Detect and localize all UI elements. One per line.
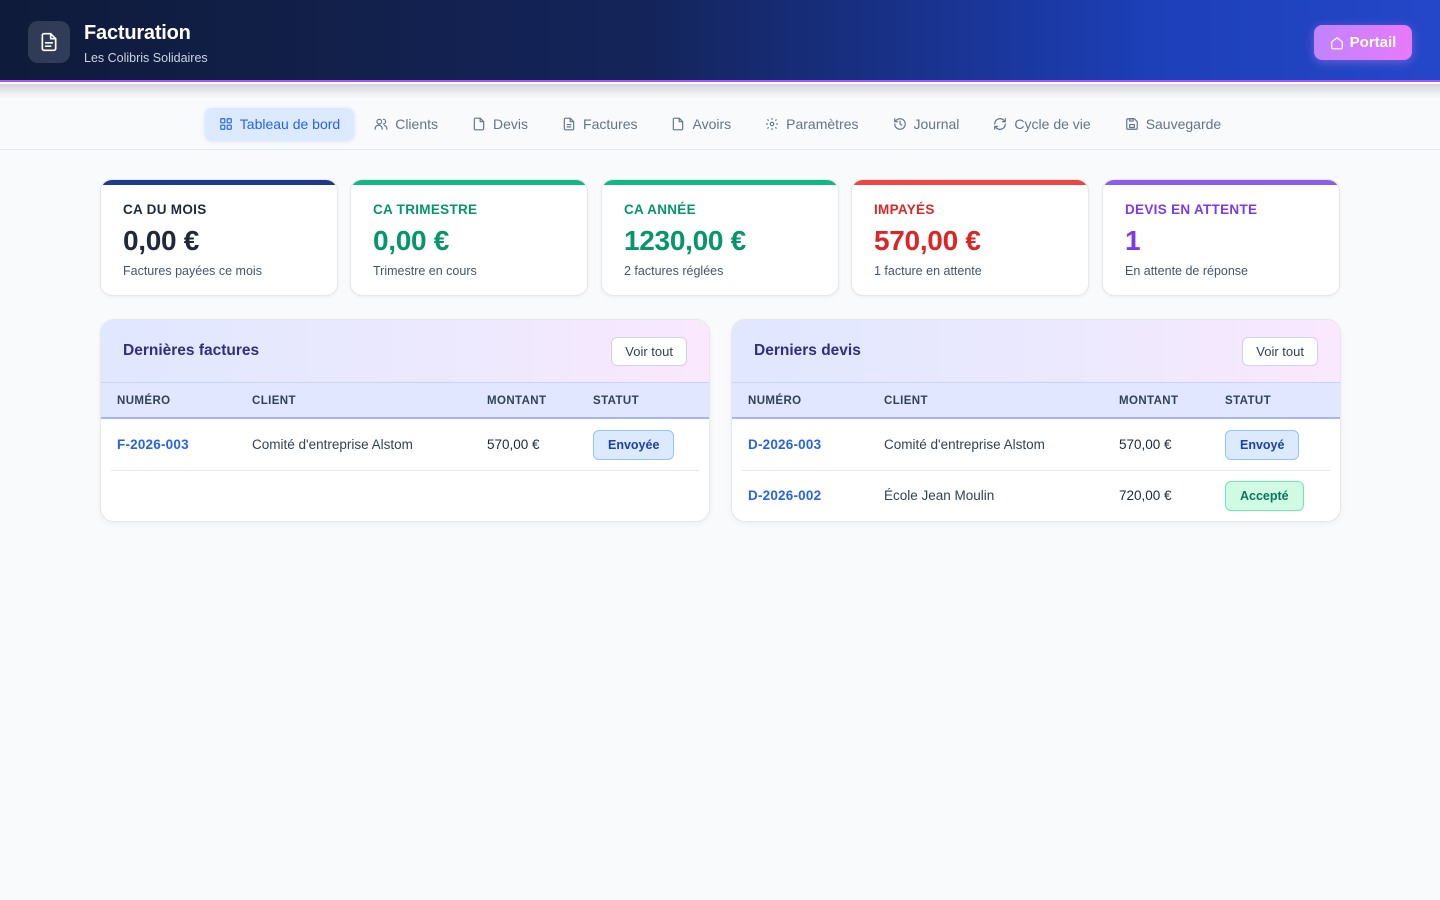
see-all-quotes-button[interactable]: Voir tout xyxy=(1242,337,1318,366)
column-header-client: CLIENT xyxy=(252,395,296,407)
users-icon xyxy=(374,118,388,130)
table-row[interactable]: D-2026-003 Comité d'entreprise Alstom 57… xyxy=(742,420,1330,471)
organization-name: Les Colibris Solidaires xyxy=(84,51,208,65)
stat-value: 0,00 € xyxy=(373,225,450,256)
app-title: Facturation xyxy=(84,22,191,44)
tab-label: Paramètres xyxy=(786,115,859,132)
portal-button-label: Portail xyxy=(1349,34,1397,51)
stat-caption: Factures payées ce mois xyxy=(123,264,262,278)
stat-label: CA DU MOIS xyxy=(123,202,207,217)
stat-value: 0,00 € xyxy=(123,225,200,256)
client-name: Comité d'entreprise Alstom xyxy=(884,437,1045,452)
stat-accent-bar xyxy=(1103,180,1339,185)
invoice-icon xyxy=(563,117,575,130)
client-name: Comité d'entreprise Alstom xyxy=(252,437,413,452)
home-icon xyxy=(1330,36,1343,49)
stat-card-unpaid: IMPAYÉS 570,00 € 1 facture en attente xyxy=(851,179,1089,296)
tab-label: Avoirs xyxy=(692,115,732,132)
stat-card-year: CA ANNÉE 1230,00 € 2 factures réglées xyxy=(601,179,839,296)
tab-label: Tableau de bord xyxy=(239,115,341,132)
document-icon xyxy=(473,117,485,130)
stat-accent-bar xyxy=(602,180,838,185)
column-header-number: NUMÉRO xyxy=(748,395,802,407)
tab-label: Sauvegarde xyxy=(1145,115,1222,132)
stat-accent-bar xyxy=(351,180,587,185)
stat-value: 1230,00 € xyxy=(624,225,746,256)
stat-accent-bar xyxy=(852,180,1088,185)
stat-card-month: CA DU MOIS 0,00 € Factures payées ce moi… xyxy=(100,179,338,296)
column-header-amount: MONTANT xyxy=(1119,395,1179,407)
table-row[interactable]: D-2026-002 École Jean Moulin 720,00 € Ac… xyxy=(742,471,1330,521)
tab-label: Journal xyxy=(913,115,960,132)
tab-credit-notes[interactable]: Avoirs xyxy=(657,108,745,140)
status-badge: Accepté xyxy=(1225,481,1304,511)
credit-note-icon xyxy=(673,117,684,130)
stat-caption: Trimestre en cours xyxy=(373,264,477,278)
stat-card-pending-quotes: DEVIS EN ATTENTE 1 En attente de réponse xyxy=(1102,179,1340,296)
table-row[interactable]: F-2026-003 Comité d'entreprise Alstom 57… xyxy=(111,420,699,471)
stat-accent-bar xyxy=(101,180,337,185)
client-name: École Jean Moulin xyxy=(884,488,995,503)
column-header-number: NUMÉRO xyxy=(117,395,171,407)
status-badge: Envoyée xyxy=(593,430,675,460)
stat-value: 1 xyxy=(1125,225,1141,256)
stat-label: IMPAYÉS xyxy=(874,202,935,217)
recent-quotes-panel: Derniers devis Voir tout NUMÉRO CLIENT M… xyxy=(731,319,1341,522)
table-header: NUMÉRO CLIENT MONTANT STATUT xyxy=(732,382,1340,419)
tab-settings[interactable]: Paramètres xyxy=(751,108,872,140)
tab-dashboard[interactable]: Tableau de bord xyxy=(204,107,355,140)
invoice-number-link[interactable]: F-2026-003 xyxy=(117,437,189,452)
tab-invoices[interactable]: Factures xyxy=(548,108,651,140)
tab-lifecycle[interactable]: Cycle de vie xyxy=(979,108,1104,140)
tab-label: Cycle de vie xyxy=(1014,115,1091,132)
stat-label: CA TRIMESTRE xyxy=(373,202,478,217)
refresh-icon xyxy=(994,117,1007,130)
tab-label: Factures xyxy=(583,115,638,132)
invoice-logo-icon xyxy=(28,21,70,63)
amount: 570,00 € xyxy=(487,437,540,452)
portal-button[interactable]: Portail xyxy=(1314,25,1412,60)
panel-header: Derniers devis Voir tout xyxy=(732,320,1340,382)
stat-label: DEVIS EN ATTENTE xyxy=(1125,202,1258,217)
panel-title: Dernières factures xyxy=(123,342,260,359)
quote-number-link[interactable]: D-2026-003 xyxy=(748,437,821,452)
column-header-client: CLIENT xyxy=(884,395,928,407)
stat-caption: En attente de réponse xyxy=(1125,264,1249,278)
gear-icon xyxy=(766,117,778,130)
recent-invoices-panel: Dernières factures Voir tout NUMÉRO CLIE… xyxy=(100,319,710,522)
save-icon xyxy=(1125,117,1138,130)
amount: 570,00 € xyxy=(1119,437,1172,452)
tab-label: Devis xyxy=(493,115,529,132)
tab-label: Clients xyxy=(395,115,438,132)
amount: 720,00 € xyxy=(1119,488,1172,503)
header-shadow xyxy=(0,84,1440,98)
tab-backup[interactable]: Sauvegarde xyxy=(1111,108,1236,140)
tab-clients[interactable]: Clients xyxy=(360,108,452,140)
column-header-status: STATUT xyxy=(1225,395,1272,407)
stat-caption: 1 facture en attente xyxy=(874,264,982,278)
tab-quotes[interactable]: Devis xyxy=(458,108,542,140)
see-all-invoices-button[interactable]: Voir tout xyxy=(611,337,687,366)
table-header: NUMÉRO CLIENT MONTANT STATUT xyxy=(101,382,709,419)
stat-label: CA ANNÉE xyxy=(624,202,696,217)
tab-journal[interactable]: Journal xyxy=(879,108,974,140)
quote-number-link[interactable]: D-2026-002 xyxy=(748,488,821,503)
column-header-amount: MONTANT xyxy=(487,395,547,407)
grid-icon xyxy=(219,117,232,130)
status-badge: Envoyé xyxy=(1225,430,1300,460)
history-icon xyxy=(893,117,906,130)
panel-header: Dernières factures Voir tout xyxy=(101,320,709,382)
main-nav: Tableau de bord Clients Devis Factures A… xyxy=(0,98,1440,150)
stat-card-quarter: CA TRIMESTRE 0,00 € Trimestre en cours xyxy=(350,179,588,296)
panel-title: Derniers devis xyxy=(754,342,861,359)
stat-value: 570,00 € xyxy=(874,225,981,256)
app-header: Facturation Les Colibris Solidaires Port… xyxy=(0,0,1440,82)
stat-caption: 2 factures réglées xyxy=(624,264,724,278)
column-header-status: STATUT xyxy=(593,395,640,407)
